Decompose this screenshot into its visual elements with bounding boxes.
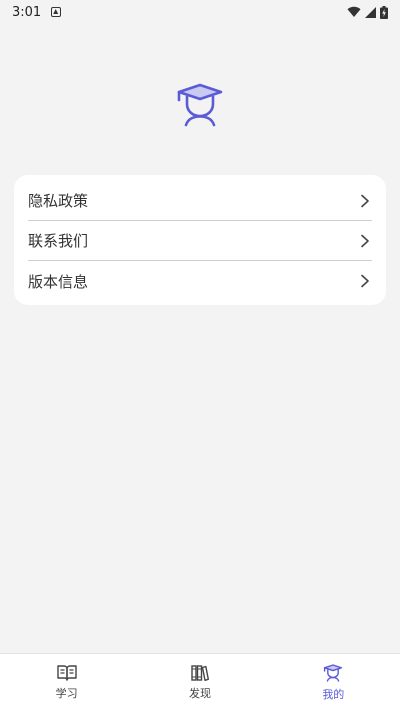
menu-item-contact-us[interactable]: 联系我们: [28, 221, 372, 261]
status-right: [347, 5, 388, 19]
menu-item-version-info[interactable]: 版本信息: [28, 261, 372, 301]
menu-item-label: 联系我们: [28, 232, 89, 250]
menu-card: 隐私政策 联系我们 版本信息: [14, 175, 386, 305]
graduate-icon: [324, 664, 343, 682]
nav-item-mine[interactable]: 我的: [288, 663, 378, 702]
nav-item-study[interactable]: 学习: [22, 664, 112, 701]
battery-charging-icon: [380, 5, 388, 19]
books-icon: [191, 665, 209, 681]
nav-label: 发现: [188, 687, 211, 700]
bottom-nav: 学习 发现 我的: [0, 653, 400, 711]
nav-label: 学习: [55, 687, 78, 700]
menu-item-label: 隐私政策: [28, 192, 89, 210]
chevron-right-icon: [361, 274, 369, 288]
chevron-right-icon: [361, 194, 369, 207]
wifi-icon: [347, 6, 361, 17]
status-time: 3:01: [12, 4, 42, 20]
nav-label: 我的: [322, 688, 345, 701]
status-bar: 3:01: [0, 0, 400, 24]
menu-item-label: 版本信息: [28, 272, 89, 291]
screen: 3:01 隐私政策 联系我们 版本信息 学习 发现 我的: [0, 0, 400, 711]
a-notification-icon: [51, 7, 62, 17]
book-icon: [56, 665, 77, 681]
status-left: 3:01: [12, 4, 62, 20]
graduate-icon: [177, 83, 223, 127]
chevron-right-icon: [361, 234, 369, 247]
nav-item-discover[interactable]: 发现: [155, 664, 245, 701]
signal-icon: [365, 6, 376, 18]
menu-item-privacy-policy[interactable]: 隐私政策: [28, 181, 372, 221]
